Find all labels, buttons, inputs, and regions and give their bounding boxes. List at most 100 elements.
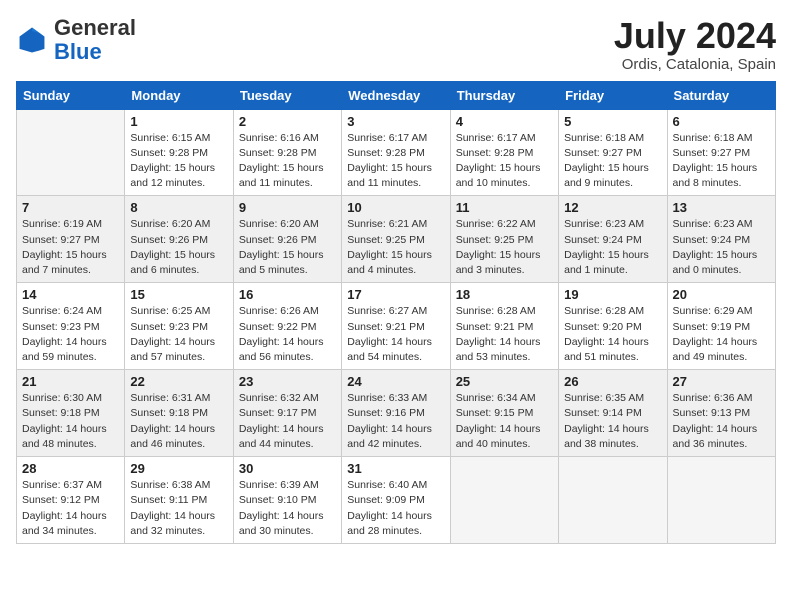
day-info: Sunrise: 6:27 AMSunset: 9:21 PMDaylight:… (347, 304, 444, 365)
day-info: Sunrise: 6:33 AMSunset: 9:16 PMDaylight:… (347, 391, 444, 452)
day-info: Sunrise: 6:37 AMSunset: 9:12 PMDaylight:… (22, 478, 119, 539)
calendar-week-row: 21Sunrise: 6:30 AMSunset: 9:18 PMDayligh… (17, 370, 776, 457)
calendar-day-cell: 19Sunrise: 6:28 AMSunset: 9:20 PMDayligh… (559, 283, 667, 370)
calendar-day-cell: 14Sunrise: 6:24 AMSunset: 9:23 PMDayligh… (17, 283, 125, 370)
weekday-header: Tuesday (233, 81, 341, 109)
calendar-week-row: 14Sunrise: 6:24 AMSunset: 9:23 PMDayligh… (17, 283, 776, 370)
calendar-day-cell: 24 Sunrise: 6:33 AMSunset: 9:16 PMDayligh… (342, 370, 450, 457)
calendar-day-cell: 2 Sunrise: 6:16 AMSunset: 9:28 PMDaylight… (233, 109, 341, 196)
calendar-day-cell: 12 Sunrise: 6:23 AMSunset: 9:24 PMDayligh… (559, 196, 667, 283)
day-number: 6 (673, 114, 770, 129)
weekday-header: Thursday (450, 81, 558, 109)
calendar-day-cell: 21Sunrise: 6:30 AMSunset: 9:18 PMDayligh… (17, 370, 125, 457)
calendar-day-cell: 20 Sunrise: 6:29 AMSunset: 9:19 PMDayligh… (667, 283, 775, 370)
calendar-day-cell: 3Sunrise: 6:17 AMSunset: 9:28 PMDaylight… (342, 109, 450, 196)
calendar-day-cell: 4 Sunrise: 6:17 AMSunset: 9:28 PMDaylight… (450, 109, 558, 196)
day-info: Sunrise: 6:22 AMSunset: 9:25 PMDaylight:… (456, 217, 553, 278)
day-number: 12 (564, 200, 661, 215)
day-number: 17 (347, 287, 444, 302)
day-number: 14 (22, 287, 119, 302)
day-info: Sunrise: 6:26 AMSunset: 9:22 PMDaylight:… (239, 304, 336, 365)
calendar-day-cell: 10 Sunrise: 6:21 AMSunset: 9:25 PMDayligh… (342, 196, 450, 283)
calendar-day-cell: 13 Sunrise: 6:23 AMSunset: 9:24 PMDayligh… (667, 196, 775, 283)
calendar-day-cell: 9 Sunrise: 6:20 AMSunset: 9:26 PMDaylight… (233, 196, 341, 283)
day-info: Sunrise: 6:28 AMSunset: 9:21 PMDaylight:… (456, 304, 553, 365)
day-info: Sunrise: 6:20 AMSunset: 9:26 PMDaylight:… (239, 217, 336, 278)
calendar-day-cell: 7Sunrise: 6:19 AMSunset: 9:27 PMDaylight… (17, 196, 125, 283)
day-number: 2 (239, 114, 336, 129)
calendar-day-cell: 16 Sunrise: 6:26 AMSunset: 9:22 PMDayligh… (233, 283, 341, 370)
day-info: Sunrise: 6:35 AMSunset: 9:14 PMDaylight:… (564, 391, 661, 452)
day-info: Sunrise: 6:32 AMSunset: 9:17 PMDaylight:… (239, 391, 336, 452)
day-number: 7 (22, 200, 119, 215)
day-info: Sunrise: 6:23 AMSunset: 9:24 PMDaylight:… (673, 217, 770, 278)
calendar-day-cell: 27 Sunrise: 6:36 AMSunset: 9:13 PMDayligh… (667, 370, 775, 457)
calendar-day-cell (667, 457, 775, 544)
day-number: 29 (130, 461, 227, 476)
calendar-day-cell: 22 Sunrise: 6:31 AMSunset: 9:18 PMDayligh… (125, 370, 233, 457)
calendar-day-cell: 1Sunrise: 6:15 AMSunset: 9:28 PMDaylight… (125, 109, 233, 196)
calendar-day-cell: 18Sunrise: 6:28 AMSunset: 9:21 PMDayligh… (450, 283, 558, 370)
calendar-day-cell: 5Sunrise: 6:18 AMSunset: 9:27 PMDaylight… (559, 109, 667, 196)
calendar-day-cell: 6 Sunrise: 6:18 AMSunset: 9:27 PMDaylight… (667, 109, 775, 196)
day-number: 28 (22, 461, 119, 476)
day-number: 11 (456, 200, 553, 215)
day-number: 24 (347, 374, 444, 389)
day-info: Sunrise: 6:16 AMSunset: 9:28 PMDaylight:… (239, 131, 336, 192)
calendar-day-cell (559, 457, 667, 544)
weekday-header: Sunday (17, 81, 125, 109)
weekday-header: Monday (125, 81, 233, 109)
day-number: 5 (564, 114, 661, 129)
weekday-header: Friday (559, 81, 667, 109)
day-info: Sunrise: 6:18 AMSunset: 9:27 PMDaylight:… (673, 131, 770, 192)
day-info: Sunrise: 6:21 AMSunset: 9:25 PMDaylight:… (347, 217, 444, 278)
day-info: Sunrise: 6:20 AMSunset: 9:26 PMDaylight:… (130, 217, 227, 278)
day-number: 4 (456, 114, 553, 129)
day-number: 10 (347, 200, 444, 215)
day-info: Sunrise: 6:36 AMSunset: 9:13 PMDaylight:… (673, 391, 770, 452)
day-info: Sunrise: 6:29 AMSunset: 9:19 PMDaylight:… (673, 304, 770, 365)
day-info: Sunrise: 6:17 AMSunset: 9:28 PMDaylight:… (456, 131, 553, 192)
calendar-day-cell: 8Sunrise: 6:20 AMSunset: 9:26 PMDaylight… (125, 196, 233, 283)
weekday-header: Saturday (667, 81, 775, 109)
logo-general: General (54, 15, 136, 40)
calendar-day-cell: 17 Sunrise: 6:27 AMSunset: 9:21 PMDayligh… (342, 283, 450, 370)
day-number: 20 (673, 287, 770, 302)
calendar-day-cell: 25 Sunrise: 6:34 AMSunset: 9:15 PMDayligh… (450, 370, 558, 457)
day-number: 16 (239, 287, 336, 302)
day-number: 27 (673, 374, 770, 389)
day-number: 19 (564, 287, 661, 302)
day-number: 25 (456, 374, 553, 389)
page-header: General Blue July 2024 Ordis, Catalonia,… (16, 16, 776, 73)
calendar-day-cell: 30Sunrise: 6:39 AMSunset: 9:10 PMDayligh… (233, 457, 341, 544)
day-info: Sunrise: 6:23 AMSunset: 9:24 PMDaylight:… (564, 217, 661, 278)
calendar-day-cell: 31Sunrise: 6:40 AMSunset: 9:09 PMDayligh… (342, 457, 450, 544)
logo-icon (16, 24, 48, 56)
location: Ordis, Catalonia, Spain (614, 56, 776, 73)
calendar-table: SundayMondayTuesdayWednesdayThursdayFrid… (16, 81, 776, 544)
logo-blue: Blue (54, 39, 102, 64)
month-title: July 2024 (614, 16, 776, 56)
calendar-day-cell: 28 Sunrise: 6:37 AMSunset: 9:12 PMDayligh… (17, 457, 125, 544)
calendar-week-row: 1Sunrise: 6:15 AMSunset: 9:28 PMDaylight… (17, 109, 776, 196)
day-info: Sunrise: 6:25 AMSunset: 9:23 PMDaylight:… (130, 304, 227, 365)
day-info: Sunrise: 6:31 AMSunset: 9:18 PMDaylight:… (130, 391, 227, 452)
day-info: Sunrise: 6:34 AMSunset: 9:15 PMDaylight:… (456, 391, 553, 452)
calendar-week-row: 7Sunrise: 6:19 AMSunset: 9:27 PMDaylight… (17, 196, 776, 283)
weekday-header-row: SundayMondayTuesdayWednesdayThursdayFrid… (17, 81, 776, 109)
calendar-day-cell: 26Sunrise: 6:35 AMSunset: 9:14 PMDayligh… (559, 370, 667, 457)
logo: General Blue (16, 16, 136, 64)
day-number: 9 (239, 200, 336, 215)
day-number: 22 (130, 374, 227, 389)
day-number: 31 (347, 461, 444, 476)
day-number: 23 (239, 374, 336, 389)
day-number: 3 (347, 114, 444, 129)
title-block: July 2024 Ordis, Catalonia, Spain (614, 16, 776, 73)
logo-text: General Blue (54, 16, 136, 64)
weekday-header: Wednesday (342, 81, 450, 109)
day-number: 30 (239, 461, 336, 476)
calendar-week-row: 28 Sunrise: 6:37 AMSunset: 9:12 PMDayligh… (17, 457, 776, 544)
day-info: Sunrise: 6:38 AMSunset: 9:11 PMDaylight:… (130, 478, 227, 539)
calendar-day-cell: 23 Sunrise: 6:32 AMSunset: 9:17 PMDayligh… (233, 370, 341, 457)
day-number: 13 (673, 200, 770, 215)
